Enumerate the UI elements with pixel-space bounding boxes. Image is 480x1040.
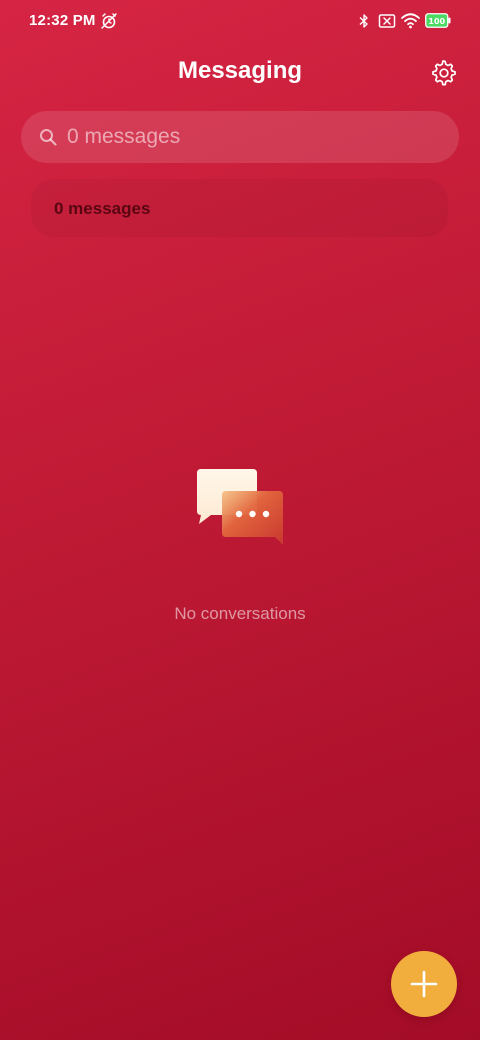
status-time: 12:32 PM (29, 12, 96, 29)
chat-bubbles-icon (197, 469, 283, 545)
bluetooth-icon (359, 14, 368, 28)
sim-x-icon (378, 14, 396, 28)
new-conversation-button[interactable] (391, 951, 457, 1017)
wifi-icon (401, 13, 420, 29)
status-bar: 12:32 PM 100 (0, 0, 480, 44)
battery-icon: 100 (425, 13, 451, 28)
search-input[interactable] (67, 111, 437, 163)
battery-level: 100 (428, 17, 445, 26)
empty-state-text: No conversations (174, 604, 306, 623)
message-count-card[interactable]: 0 messages (31, 179, 448, 237)
page-title: Messaging (177, 57, 303, 84)
gear-icon (432, 60, 456, 86)
plus-icon (410, 970, 438, 998)
search-bar[interactable] (21, 111, 459, 163)
settings-button[interactable] (429, 58, 457, 86)
alarm-off-icon (101, 13, 117, 29)
search-icon (40, 129, 57, 146)
message-count-label: 0 messages (54, 199, 151, 218)
